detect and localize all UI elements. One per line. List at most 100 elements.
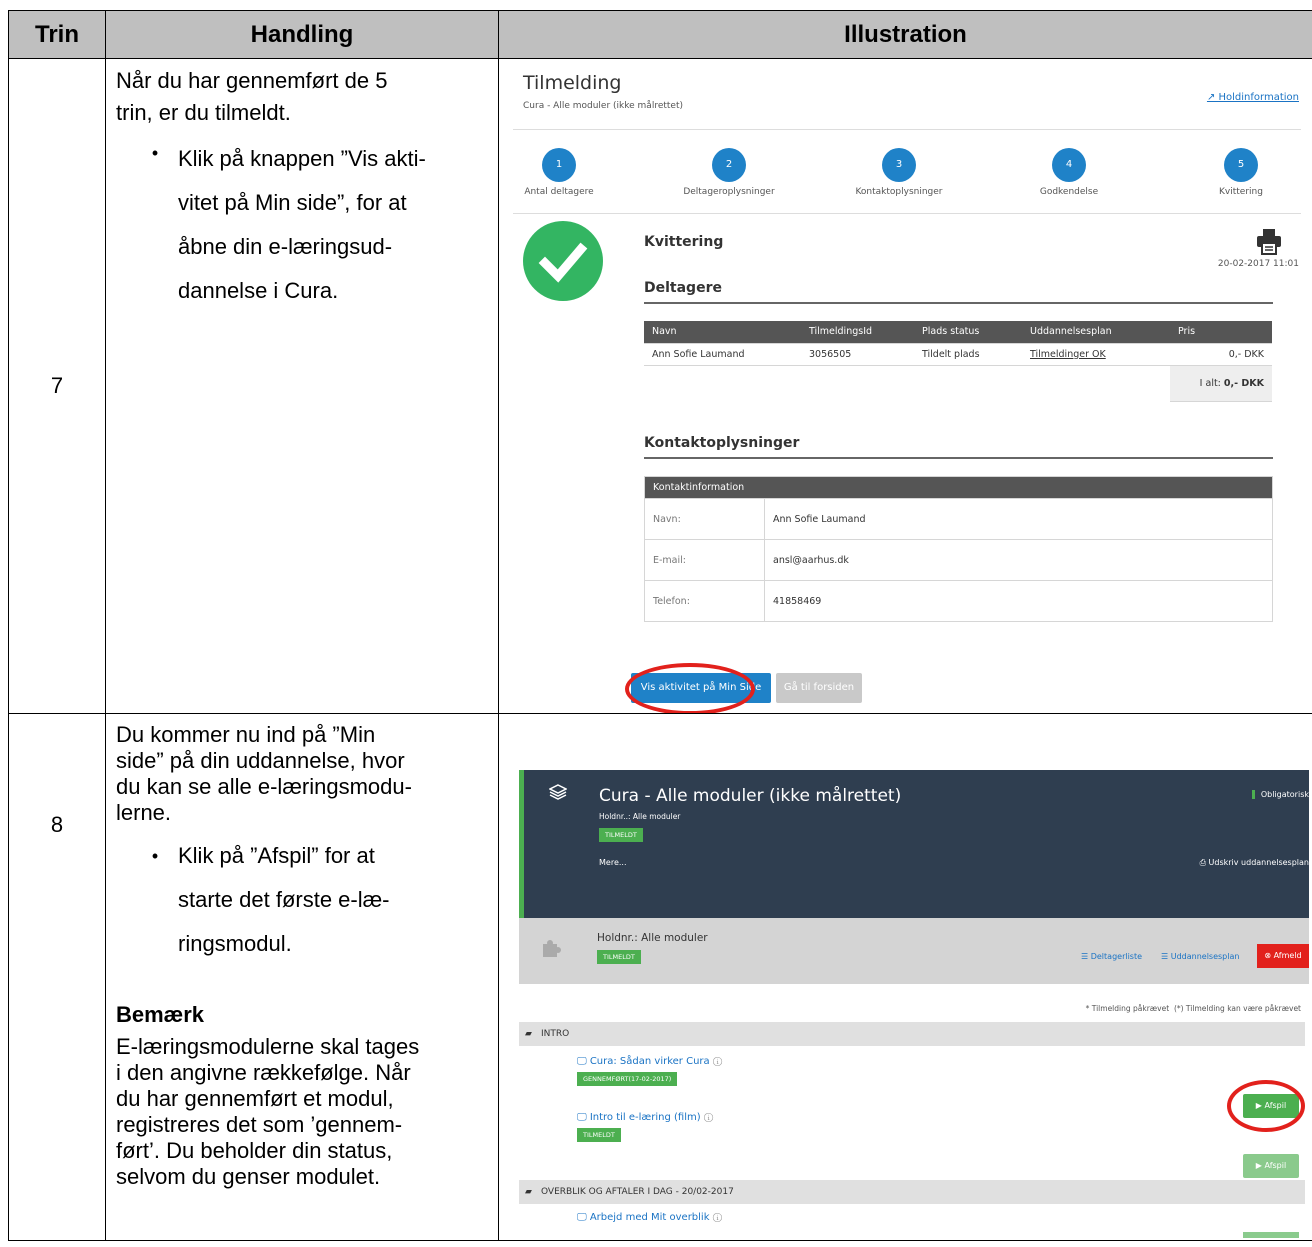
holdnr-text: Holdnr..: Alle moduler	[599, 812, 681, 821]
step-instructions: Du kommer nu ind på ”Min side” på din ud…	[105, 713, 499, 1241]
udskriv-link[interactable]: ⎙ Udskriv uddannelsesplan	[1200, 858, 1309, 868]
module-link[interactable]: 🖵 Cura: Sådan virker Cura ⓘ	[577, 1056, 722, 1067]
deltagerliste-label: Deltagerliste	[1090, 952, 1143, 961]
step-4: 4 Godkendelse	[1009, 148, 1129, 197]
course-title: Cura - Alle moduler (ikke målrettet)	[599, 786, 902, 806]
afspil-button-partial[interactable]	[1243, 1232, 1299, 1238]
step-circle: 3	[882, 148, 916, 182]
bullet-line: åbne din e-læringsud-	[178, 234, 393, 259]
total-row: I alt: 0,- DKK	[644, 365, 1272, 402]
bullet-line: dannelse i Cura.	[178, 278, 339, 303]
mere-link[interactable]: Mere...	[599, 858, 627, 867]
total-value: 0,- DKK	[1223, 377, 1264, 389]
close-circle-icon: ⊗	[1264, 951, 1274, 960]
column-header: Pris	[1170, 321, 1272, 344]
step-3: 3 Kontaktoplysninger	[839, 148, 959, 197]
intro-line: Når du har gennemført de 5	[116, 68, 388, 93]
note-line: i den angivne rækkefølge. Når	[116, 1060, 411, 1085]
step-row-7: 7 Når du har gennemført de 5 trin, er du…	[8, 58, 1312, 714]
monitor-icon: 🖵	[577, 1112, 590, 1123]
holdnr-title: Holdnr.: Alle moduler	[597, 932, 708, 944]
bullet-icon: •	[151, 143, 159, 163]
step-circle: 1	[542, 148, 576, 182]
afmeld-button[interactable]: ⊗ Afmeld	[1257, 944, 1309, 968]
minside-screenshot: Cura - Alle moduler (ikke målrettet) Hol…	[500, 715, 1309, 1240]
status-badge: TILMELDT	[599, 828, 643, 842]
table-row: Telefon: 41858469	[644, 580, 1273, 622]
uddannelsesplan-button[interactable]: ☰ Uddannelsesplan	[1161, 952, 1239, 961]
contact-key: Navn:	[644, 498, 765, 540]
printer-icon: ⎙	[1199, 858, 1209, 867]
bullet-item: • Klik på knappen ”Vis akti- vitet på Mi…	[116, 137, 488, 313]
column-header: TilmeldingsId	[801, 321, 914, 344]
module-label: Intro til e-læring (film)	[589, 1112, 701, 1123]
highlight-ellipse	[1227, 1080, 1305, 1132]
note-line: du har gennemført et modul,	[116, 1086, 394, 1111]
team-bar: Holdnr.: Alle moduler TILMELDT ☰ Deltage…	[519, 918, 1309, 984]
note-line: E-læringsmodulerne skal tages	[116, 1034, 420, 1059]
module-link[interactable]: 🖵 Arbejd med Mit overblik ⓘ	[577, 1212, 722, 1223]
bullet-item: • Klik på ”Afspil” for at starte det før…	[116, 834, 488, 966]
obligatorisk-badge: Obligatorisk	[1251, 790, 1309, 799]
column-header: Navn	[644, 321, 801, 344]
section-overblik[interactable]: ▰ OVERBLIK OG AFTALER I DAG - 20/02-2017	[519, 1180, 1305, 1204]
intro-line: trin, er du tilmeldt.	[116, 100, 291, 125]
holdinformation-link[interactable]: ↗ Holdinformation	[1207, 92, 1299, 103]
contact-value: 41858469	[764, 580, 1273, 622]
contact-key: E-mail:	[644, 539, 765, 581]
legend-item: (*) Tilmelding kan være påkrævet	[1173, 1004, 1301, 1013]
step-label: Deltageroplysninger	[683, 187, 775, 197]
total-cell: I alt: 0,- DKK	[1170, 365, 1272, 402]
holdinformation-label: Holdinformation	[1218, 92, 1299, 103]
participants-table: Navn TilmeldingsId Plads status Uddannel…	[644, 321, 1272, 402]
illustration-cell: Cura - Alle moduler (ikke målrettet) Hol…	[498, 713, 1312, 1241]
table-cell: Tildelt plads	[914, 343, 1022, 366]
module-link[interactable]: 🖵 Intro til e-læring (film) ⓘ	[577, 1112, 713, 1123]
intro-line: lerne.	[116, 800, 172, 825]
uddannelsesplan-link[interactable]: Tilmeldinger OK	[1030, 349, 1106, 360]
table-row: Navn: Ann Sofie Laumand	[644, 498, 1273, 540]
intro-line: side” på din uddannelse, hvor	[116, 748, 405, 773]
column-header: Kontaktinformation	[644, 476, 1273, 499]
note-line: selvom du genser modulet.	[116, 1164, 381, 1189]
printer-icon[interactable]	[1257, 229, 1281, 255]
module-label: Arbejd med Mit overblik	[589, 1212, 710, 1223]
column-header: Plads status	[914, 321, 1022, 344]
table-cell: 0,- DKK	[1170, 343, 1272, 366]
legend-item: * Tilmelding påkrævet	[1085, 1004, 1170, 1013]
folder-icon: ▰	[525, 1187, 532, 1197]
kontakt-heading: Kontaktoplysninger	[644, 435, 800, 451]
intro-line: du kan se alle e-læringsmodu-	[116, 774, 412, 799]
illustration-cell: Tilmelding Cura - Alle moduler (ikke mål…	[498, 58, 1312, 714]
contact-key: Telefon:	[644, 580, 765, 622]
afspil-button[interactable]: ▶ Afspil	[1243, 1154, 1299, 1178]
udskriv-label: Udskriv uddannelsesplan	[1208, 858, 1309, 867]
info-icon: ⓘ	[703, 1112, 714, 1123]
signup-screenshot: Tilmelding Cura - Alle moduler (ikke mål…	[500, 60, 1301, 713]
step-label: Antal deltagere	[524, 187, 594, 197]
step-circle: 5	[1224, 148, 1258, 182]
info-icon: ⓘ	[712, 1212, 723, 1223]
total-label: I alt:	[1199, 377, 1221, 389]
ga-til-forsiden-button[interactable]: Gå til forsiden	[776, 673, 862, 703]
monitor-icon: 🖵	[577, 1212, 590, 1223]
play-icon: ▶	[1255, 1161, 1265, 1170]
checkmark-icon	[523, 221, 603, 301]
course-header: Cura - Alle moduler (ikke målrettet) Hol…	[519, 770, 1309, 918]
bullet-icon: •	[151, 846, 159, 866]
section-intro[interactable]: ▰ INTRO	[519, 1022, 1305, 1046]
table-header-row: Kontaktinformation	[644, 476, 1273, 499]
deltagerliste-button[interactable]: ☰ Deltagerliste	[1081, 952, 1142, 961]
table-row: Ann Sofie Laumand 3056505 Tildelt plads …	[644, 343, 1272, 366]
section-label: INTRO	[541, 1029, 570, 1039]
col-header-illustration: Illustration	[498, 10, 1312, 59]
instruction-table: Trin Handling Illustration 7 Når du har …	[8, 10, 1312, 1241]
step-label: Godkendelse	[1039, 187, 1099, 197]
step-number: 7	[8, 58, 106, 714]
note-line: ført’. Du beholder din status,	[116, 1138, 393, 1163]
bullet-line: starte det første e-læ-	[178, 887, 390, 912]
step-row-8: 8 Du kommer nu ind på ”Min side” på din …	[8, 713, 1312, 1241]
layers-icon	[548, 784, 568, 800]
status-badge: TILMELDT	[597, 950, 641, 964]
external-link-icon: ↗	[1206, 92, 1219, 103]
